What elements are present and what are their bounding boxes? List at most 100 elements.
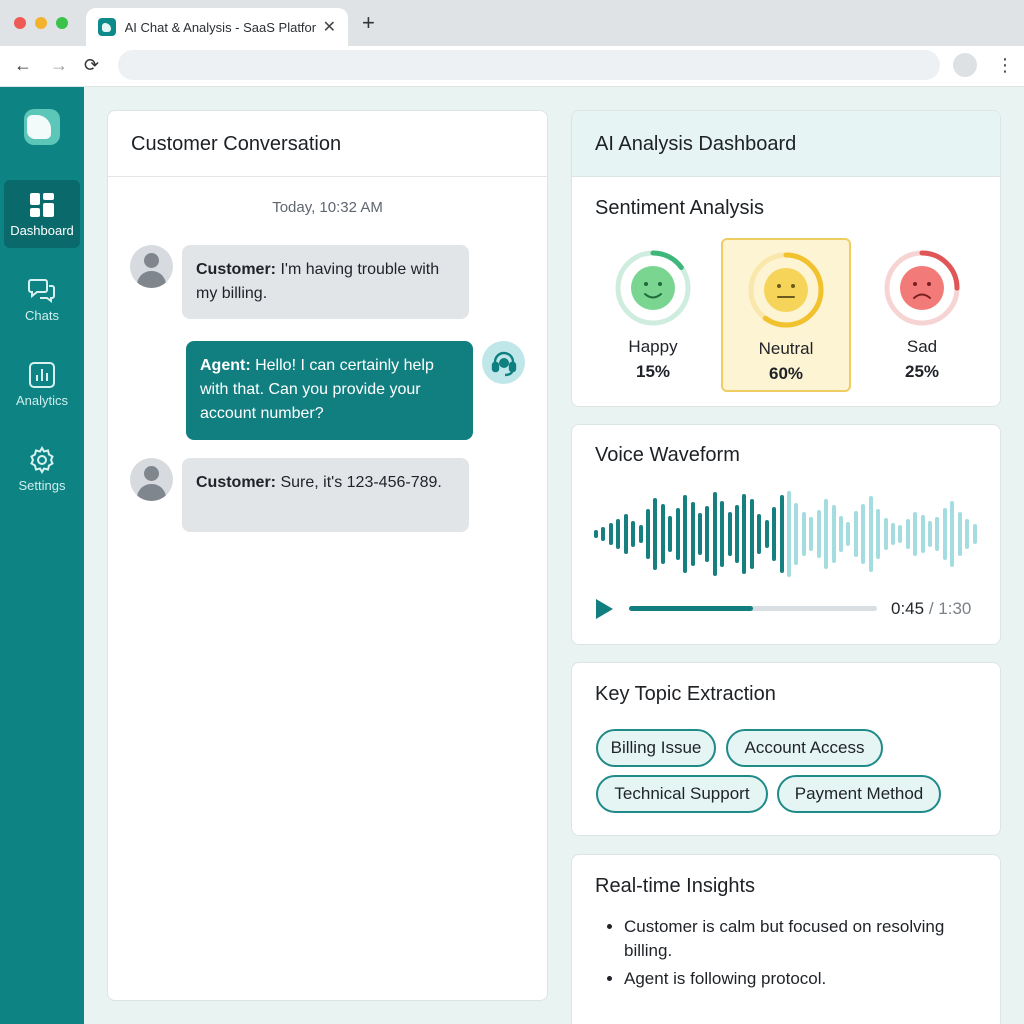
topic-chip[interactable]: Billing Issue (596, 729, 716, 767)
waveform-bar (697, 513, 702, 555)
waveform-bar (920, 515, 925, 553)
address-bar[interactable] (118, 50, 940, 80)
sidebar-item-dashboard[interactable]: Dashboard (4, 180, 80, 248)
topic-chip[interactable]: Technical Support (596, 775, 768, 813)
topics-title: Key Topic Extraction (595, 683, 776, 705)
forward-arrow-icon[interactable]: → (50, 54, 68, 76)
customer-avatar (130, 245, 173, 288)
sidebar-item-label: Analytics (15, 392, 69, 408)
waveform-bar (801, 512, 806, 556)
sentiment-happy: Happy 15% (588, 238, 718, 392)
sentiment-percent: 60% (768, 364, 804, 383)
back-arrow-icon[interactable]: ← (14, 54, 32, 76)
message-speaker: Agent: (200, 357, 251, 374)
message-bubble-customer: Customer: Sure, it's 123-456-789. (182, 458, 469, 532)
sidebar-item-label: Dashboard (10, 222, 74, 238)
play-button[interactable] (596, 599, 613, 619)
waveform-bar (742, 494, 747, 574)
message-text: Sure, it's 123-456-789. (276, 474, 442, 491)
waveform-bar (972, 524, 977, 544)
sentiment-neutral: Neutral 60% (721, 238, 851, 392)
total-time: 1:30 (938, 599, 972, 618)
waveform-bar (942, 508, 947, 560)
browser-tab[interactable]: AI Chat & Analysis - SaaS Platform ✕ (86, 8, 348, 46)
waveform-bar (928, 521, 933, 547)
waveform-bar (831, 505, 836, 563)
gear-icon (30, 445, 54, 474)
waveform-bar (705, 506, 710, 562)
waveform-bar (905, 519, 910, 549)
sentiment-label: Happy (628, 337, 678, 356)
playback-track[interactable] (629, 606, 877, 611)
insight-item: Agent is following protocol. (624, 967, 979, 991)
browser-toolbar: ← → ⟳ ⋮ (0, 46, 1024, 87)
sidebar-item-settings[interactable]: Settings (4, 435, 80, 503)
new-tab-button[interactable]: + (362, 12, 375, 34)
app-logo (24, 109, 60, 145)
waveform-bar (638, 525, 643, 543)
waveform-bar (913, 512, 918, 556)
waveform-bar (757, 514, 762, 554)
sentiment-percent: 25% (904, 362, 940, 381)
waveform-bar (838, 516, 843, 552)
topic-chip[interactable]: Account Access (726, 729, 883, 767)
browser-menu-icon[interactable]: ⋮ (996, 54, 1014, 76)
waveform-bar (935, 517, 940, 551)
playback-progress (629, 606, 753, 611)
sidebar-item-analytics[interactable]: Analytics (4, 350, 80, 418)
insights-list: Customer is calm but focused on resolvin… (624, 915, 979, 995)
waveform-bar (809, 517, 814, 551)
waveform-bar (601, 527, 606, 541)
waveform-bar (772, 507, 777, 561)
playback-time: 0:45 / 1:30 (891, 599, 971, 619)
insight-item: Customer is calm but focused on resolvin… (624, 915, 979, 963)
sentiment-sad: Sad 25% (857, 238, 987, 392)
insights-panel: Real-time Insights Customer is calm but … (571, 854, 1001, 1024)
voice-waveform-panel: Voice Waveform 0:45 / 1:30 (571, 424, 1001, 645)
window-close-dot[interactable] (14, 17, 26, 29)
message-bubble-agent: Agent: Hello! I can certainly help with … (186, 341, 473, 440)
browser-tab-bar: AI Chat & Analysis - SaaS Platform ✕ + (0, 0, 1024, 46)
current-time: 0:45 (891, 599, 925, 618)
message-speaker: Customer: (196, 474, 277, 491)
window-maximize-dot[interactable] (56, 17, 68, 29)
sentiment-title: Sentiment Analysis (595, 197, 764, 219)
waveform-bar (683, 495, 688, 573)
conversation-panel: Customer Conversation Today, 10:32 AM Cu… (107, 110, 548, 1001)
message-bubble-customer: Customer: I'm having trouble with my bil… (182, 245, 469, 319)
topic-chip[interactable]: Payment Method (777, 775, 941, 813)
audio-waveform[interactable] (594, 488, 980, 580)
waveform-bar (675, 508, 680, 560)
waveform-bar (787, 491, 791, 577)
insights-title: Real-time Insights (595, 875, 756, 897)
waveform-bar (623, 514, 628, 554)
sad-face-icon (884, 250, 960, 326)
waveform-bar (957, 512, 962, 556)
sidebar-item-chats[interactable]: Chats (4, 265, 80, 333)
waveform-bar (594, 530, 598, 538)
waveform-bar (764, 520, 769, 548)
chats-icon (28, 278, 55, 303)
reload-icon[interactable]: ⟳ (84, 54, 99, 76)
tab-close-icon[interactable]: ✕ (323, 17, 336, 37)
waveform-bar (853, 511, 858, 557)
waveform-bar (727, 512, 732, 556)
analysis-title: AI Analysis Dashboard (595, 133, 797, 155)
waveform-bar (816, 510, 821, 558)
waveform-bar (645, 509, 650, 559)
waveform-bar (660, 504, 665, 564)
tab-title: AI Chat & Analysis - SaaS Platform (124, 19, 317, 35)
window-minimize-dot[interactable] (35, 17, 47, 29)
waveform-bar (890, 523, 895, 545)
waveform-bar (720, 501, 725, 567)
profile-avatar[interactable] (953, 53, 977, 77)
conversation-header: Customer Conversation (108, 111, 547, 177)
favicon-icon (98, 18, 116, 36)
waveform-bar (965, 519, 970, 549)
waveform-bar (712, 492, 717, 576)
waveform-bar (668, 516, 673, 552)
customer-avatar (130, 458, 173, 501)
message-speaker: Customer: (196, 261, 277, 278)
sentiment-label: Sad (906, 337, 938, 356)
time-separator: / (924, 599, 939, 618)
